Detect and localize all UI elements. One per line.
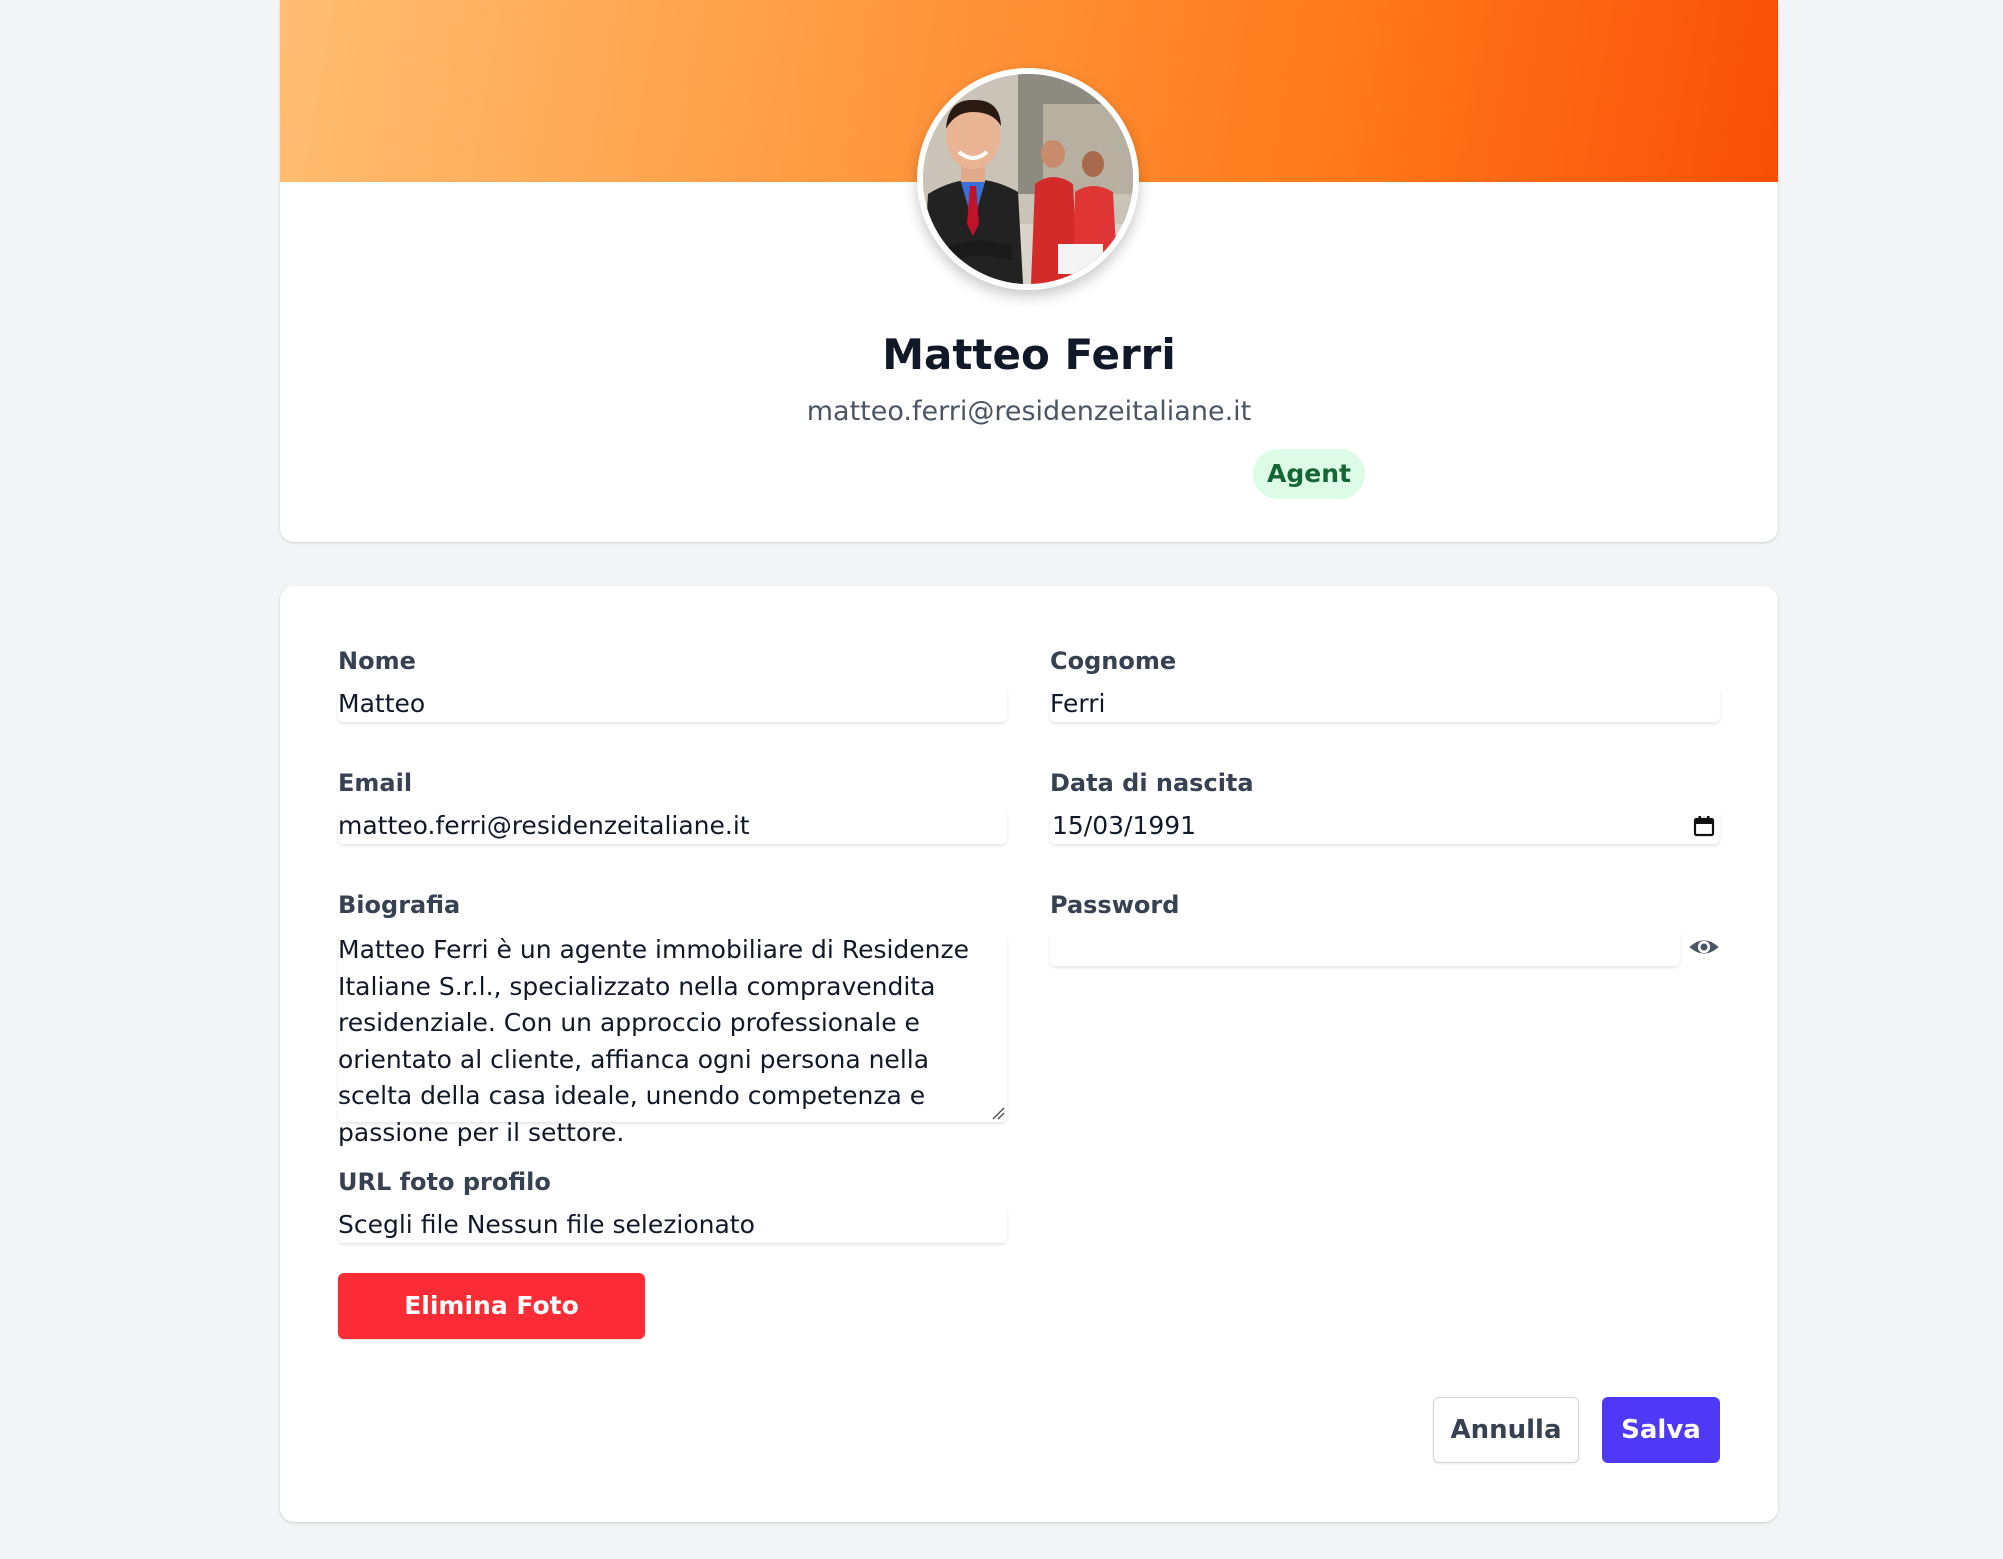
first-name-label: Nome <box>338 647 416 675</box>
password-input[interactable] <box>1050 930 1680 966</box>
email-input[interactable]: matteo.ferri@residenzeitaliane.it <box>338 808 1007 844</box>
bio-text: Matteo Ferri è un agente immobiliare di … <box>338 935 970 1147</box>
last-name-label: Cognome <box>1050 647 1177 675</box>
photo-file-input[interactable]: Scegli file Nessun file selezionato <box>338 1207 1007 1243</box>
cancel-button[interactable]: Annulla <box>1433 1397 1579 1463</box>
save-button[interactable]: Salva <box>1602 1397 1720 1463</box>
first-name-input[interactable]: Matteo <box>338 686 1007 722</box>
password-label: Password <box>1050 891 1180 919</box>
agent-photo <box>923 74 1133 284</box>
last-name-input[interactable]: Ferri <box>1050 686 1720 722</box>
bio-textarea[interactable]: Matteo Ferri è un agente immobiliare di … <box>338 932 1007 1147</box>
bio-label: Biografia <box>338 891 461 919</box>
profile-name: Matteo Ferri <box>882 330 1176 379</box>
birth-date-value: 15/03/1991 <box>1052 811 1197 840</box>
profile-email: matteo.ferri@residenzeitaliane.it <box>806 396 1252 427</box>
profile-card: Matteo Ferri matteo.ferri@residenzeitali… <box>280 0 1778 542</box>
calendar-icon[interactable] <box>1692 814 1716 838</box>
birth-date-input[interactable]: 15/03/1991 <box>1050 808 1720 844</box>
email-label: Email <box>338 769 413 797</box>
eye-icon[interactable] <box>1688 931 1720 963</box>
avatar <box>917 68 1139 290</box>
role-badge: Agent <box>1253 449 1365 499</box>
resize-handle-icon[interactable] <box>991 1106 1005 1120</box>
birth-date-label: Data di nascita <box>1050 769 1254 797</box>
photo-url-label: URL foto profilo <box>338 1168 551 1196</box>
delete-photo-button[interactable]: Elimina Foto Corrente <box>338 1273 645 1386</box>
